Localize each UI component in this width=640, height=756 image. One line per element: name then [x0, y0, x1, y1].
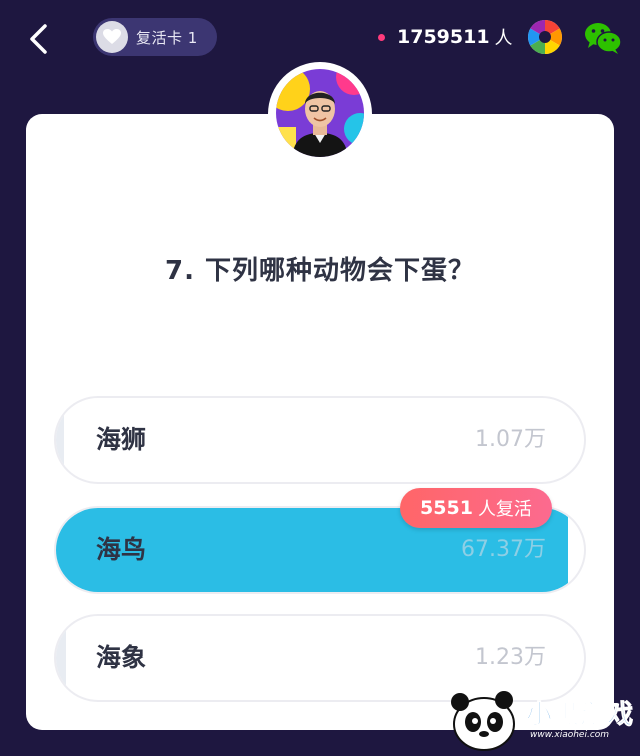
- watermark-subtitle: www.xiaohei.com: [530, 730, 610, 740]
- watermark-title: 小黑游戏: [525, 700, 635, 731]
- wechat-icon[interactable]: [584, 21, 622, 55]
- host-avatar: [276, 69, 364, 157]
- revive-card-label: 复活卡 1: [136, 28, 198, 47]
- back-arrow-icon[interactable]: [24, 22, 54, 56]
- option-0[interactable]: 海狮 1.07万: [54, 396, 586, 484]
- revive-card-pill[interactable]: 复活卡 1: [93, 18, 217, 56]
- online-unit: 人: [494, 28, 513, 49]
- online-number: 1759511: [397, 26, 490, 48]
- live-dot-icon: [378, 33, 385, 41]
- revive-count-badge: 5551 人复活: [400, 488, 552, 528]
- revive-count-number: 5551: [420, 497, 473, 519]
- option-2-progress: [56, 616, 66, 700]
- option-2-label: 海象: [96, 643, 147, 672]
- aperture-share-icon[interactable]: [527, 19, 563, 55]
- online-count: 1759511 人: [378, 22, 513, 52]
- question-text: 7. 下列哪种动物会下蛋？: [164, 256, 476, 286]
- option-0-progress: [56, 398, 65, 482]
- option-0-label: 海狮: [96, 425, 147, 454]
- revive-count-text: 人复活: [477, 499, 532, 520]
- heart-icon: [96, 21, 128, 53]
- option-0-count: 1.07万: [475, 427, 546, 452]
- option-1-label: 海鸟: [96, 535, 147, 564]
